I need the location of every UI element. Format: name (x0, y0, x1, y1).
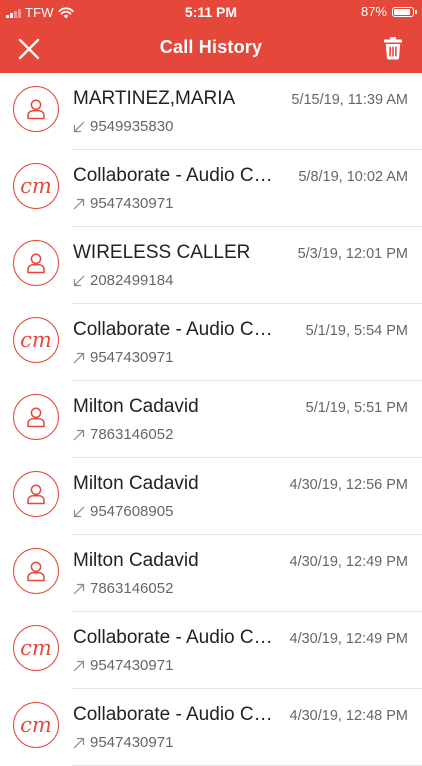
outgoing-call-icon (73, 352, 85, 363)
incoming-call-icon (73, 275, 85, 286)
call-datetime: 4/30/19, 12:56 PM (289, 477, 409, 493)
call-datetime: 4/30/19, 12:48 PM (289, 708, 409, 724)
call-details: 7863146052 (73, 580, 173, 597)
phone-number: 9547430971 (90, 657, 174, 674)
call-row[interactable]: cm Collaborate - Audio Conference 5/8/19, … (0, 150, 422, 227)
battery-percent: 87% (360, 4, 387, 19)
contact-name: Collaborate - Audio Conference (73, 627, 273, 648)
page-title: Call History (159, 37, 263, 57)
contact-avatar (13, 240, 59, 286)
call-details: 9547430971 (73, 195, 173, 212)
person-icon (27, 561, 45, 582)
contact-avatar: cm (13, 702, 59, 748)
call-row[interactable]: Milton Cadavid 4/30/19, 12:49 PM 786314605… (0, 535, 422, 612)
contact-name: Milton Cadavid (73, 396, 199, 417)
contact-name: Collaborate - Audio Conference (73, 165, 273, 186)
battery-icon (392, 6, 417, 17)
call-details: 9547430971 (73, 349, 173, 366)
contact-avatar (13, 394, 59, 440)
outgoing-call-icon (73, 429, 85, 440)
call-datetime: 4/30/19, 12:49 PM (289, 631, 409, 647)
phone-number: 9547430971 (90, 734, 174, 751)
outgoing-call-icon (73, 660, 85, 671)
trash-icon (384, 37, 402, 60)
collaborate-logo: cm (20, 174, 52, 198)
incoming-call-icon (73, 121, 85, 132)
person-icon (27, 253, 45, 274)
outgoing-call-icon (73, 583, 85, 594)
call-datetime: 5/15/19, 11:39 AM (291, 92, 408, 108)
phone-number: 2082499184 (90, 272, 174, 289)
collaborate-logo: cm (20, 328, 52, 352)
contact-name: Milton Cadavid (73, 550, 199, 571)
phone-number: 7863146052 (90, 426, 174, 443)
call-row[interactable]: cm Collaborate - Audio Conference 4/30/19,… (0, 689, 422, 766)
contact-name: Milton Cadavid (73, 473, 199, 494)
status-bar: TFW 5:11 PM 87% (0, 0, 422, 24)
call-datetime: 5/3/19, 12:01 PM (297, 246, 408, 262)
contact-name: MARTINEZ,MARIA (73, 88, 236, 109)
call-details: 7863146052 (73, 426, 173, 443)
call-datetime: 5/8/19, 10:02 AM (298, 169, 408, 185)
app-header: TFW 5:11 PM 87% Call History (0, 0, 422, 73)
outgoing-call-icon (73, 737, 85, 748)
call-row[interactable]: MARTINEZ,MARIA 5/15/19, 11:39 AM 954993583… (0, 73, 422, 150)
phone-number: 7863146052 (90, 580, 174, 597)
collaborate-logo: cm (20, 713, 52, 737)
call-row[interactable]: Milton Cadavid 4/30/19, 12:56 PM 954760890… (0, 458, 422, 535)
call-datetime: 5/1/19, 5:54 PM (305, 323, 408, 339)
call-row[interactable]: cm Collaborate - Audio Conference 5/1/19, … (0, 304, 422, 381)
phone-number: 9549935830 (90, 118, 174, 135)
battery-fill (394, 8, 410, 15)
call-datetime: 5/1/19, 5:51 PM (305, 400, 408, 416)
call-details: 9547430971 (73, 734, 173, 751)
call-details: 9547430971 (73, 657, 173, 674)
contact-name: WIRELESS CALLER (73, 242, 251, 263)
contact-avatar (13, 471, 59, 517)
nav-bar: Call History (0, 24, 422, 73)
phone-number: 9547430971 (90, 195, 174, 212)
phone-number: 9547430971 (90, 349, 174, 366)
call-row[interactable]: Milton Cadavid 5/1/19, 5:51 PM 7863146052 (0, 381, 422, 458)
contact-avatar: cm (13, 625, 59, 671)
contact-avatar (13, 548, 59, 594)
status-right: 87% (360, 4, 417, 19)
call-details: 9549935830 (73, 118, 173, 135)
phone-number: 9547608905 (90, 503, 174, 520)
call-history-list: MARTINEZ,MARIA 5/15/19, 11:39 AM 954993583… (0, 73, 422, 766)
person-icon (27, 484, 45, 505)
call-details: 2082499184 (73, 272, 173, 289)
delete-history-button[interactable] (378, 33, 408, 63)
person-icon (27, 407, 45, 428)
person-icon (27, 99, 45, 120)
contact-name: Collaborate - Audio Conference (73, 319, 273, 340)
contact-avatar: cm (13, 317, 59, 363)
call-row[interactable]: cm Collaborate - Audio Conference 4/30/19,… (0, 612, 422, 689)
contact-avatar (13, 86, 59, 132)
outgoing-call-icon (73, 198, 85, 209)
call-row[interactable]: WIRELESS CALLER 5/3/19, 12:01 PM 208249918… (0, 227, 422, 304)
status-time: 5:11 PM (184, 4, 238, 20)
collaborate-logo: cm (20, 636, 52, 660)
incoming-call-icon (73, 506, 85, 517)
contact-avatar: cm (13, 163, 59, 209)
call-details: 9547608905 (73, 503, 173, 520)
call-datetime: 4/30/19, 12:49 PM (289, 554, 409, 570)
contact-name: Collaborate - Audio Conference (73, 704, 273, 725)
